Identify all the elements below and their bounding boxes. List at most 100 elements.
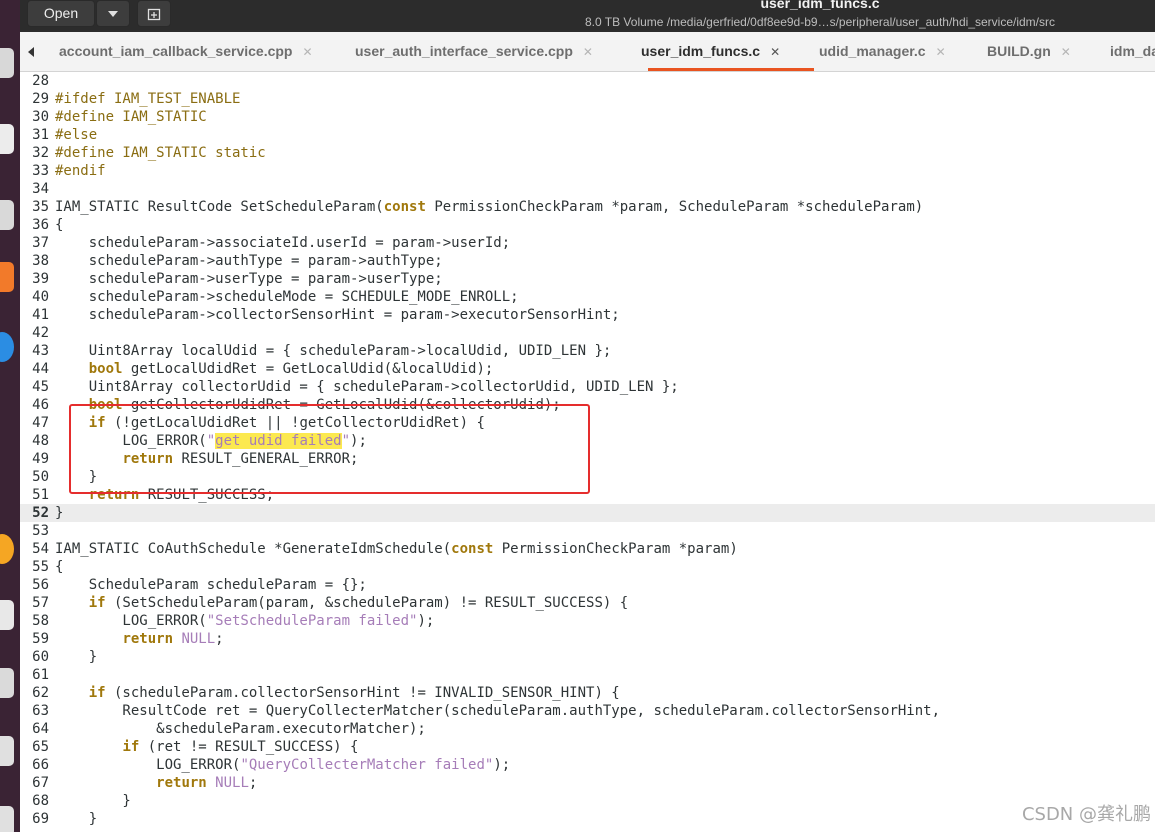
code-line[interactable]: 41 scheduleParam->collectorSensorHint = … (20, 306, 1155, 324)
tab-account-iam-callback[interactable]: account_iam_callback_service.cpp ✕ (59, 32, 313, 71)
code-line[interactable]: 62 if (scheduleParam.collectorSensorHint… (20, 684, 1155, 702)
dock-app-icon[interactable] (0, 48, 14, 78)
dock-app-icon[interactable] (0, 534, 14, 564)
code-line[interactable]: 32 #define IAM_STATIC static (20, 144, 1155, 162)
window-subtitle: 8.0 TB Volume /media/gerfried/0df8ee9d-b… (584, 15, 1056, 29)
code-text: return NULL; (122, 631, 224, 647)
code-line[interactable]: 66 LOG_ERROR("QueryCollecterMatcher fail… (20, 756, 1155, 774)
code-line[interactable]: 30 #define IAM_STATIC (20, 108, 1155, 126)
tab-label: user_idm_funcs.c (641, 43, 761, 59)
code-line[interactable]: 34 (20, 180, 1155, 198)
open-menu-button[interactable] (96, 0, 130, 27)
open-button[interactable]: Open (27, 0, 95, 27)
dock-app-icon[interactable] (0, 200, 14, 230)
line-number: 43 (32, 343, 49, 359)
line-number: 35 (32, 199, 49, 215)
close-icon[interactable]: ✕ (936, 45, 946, 59)
code-line[interactable]: 37 scheduleParam->associateId.userId = p… (20, 234, 1155, 252)
dock-app-icon[interactable] (0, 600, 14, 630)
code-line[interactable]: 46 bool getCollectorUdidRet = GetLocalUd… (20, 396, 1155, 414)
code-text: if (!getLocalUdidRet || !getCollectorUdi… (88, 415, 485, 431)
code-line[interactable]: 31 #else (20, 126, 1155, 144)
dock-app-icon[interactable] (0, 262, 14, 292)
tab-user-auth-interface[interactable]: user_auth_interface_service.cpp ✕ (355, 32, 593, 71)
code-editor[interactable]: 28 29 #ifdef IAM_TEST_ENABLE 30 #define IAM_… (20, 72, 1155, 832)
tab-label: account_iam_callback_service.cpp (59, 43, 293, 59)
line-number: 34 (32, 181, 49, 197)
close-icon[interactable]: ✕ (583, 45, 593, 59)
code-line[interactable]: 39 scheduleParam->userType = param->user… (20, 270, 1155, 288)
line-number: 38 (32, 253, 49, 269)
code-text: if (ret != RESULT_SUCCESS) { (122, 739, 359, 755)
dock-app-icon[interactable] (0, 332, 14, 362)
code-line[interactable]: 38 scheduleParam->authType = param->auth… (20, 252, 1155, 270)
line-number: 59 (32, 631, 49, 647)
code-line[interactable]: 44 bool getLocalUdidRet = GetLocalUdid(&… (20, 360, 1155, 378)
code-line[interactable]: 48 LOG_ERROR("get udid failed"); (20, 432, 1155, 450)
code-text: &scheduleParam.executorMatcher); (55, 721, 426, 737)
code-line[interactable]: 51 return RESULT_SUCCESS; (20, 486, 1155, 504)
code-text: if (SetScheduleParam(param, &schedulePar… (88, 595, 629, 611)
code-line[interactable]: 53 (20, 522, 1155, 540)
line-number: 67 (32, 775, 49, 791)
line-number: 46 (32, 397, 49, 413)
code-text: scheduleParam->authType = param->authTyp… (55, 253, 443, 269)
tab-label: idm_da (1110, 43, 1155, 59)
close-icon[interactable]: ✕ (770, 45, 780, 59)
code-text: LOG_ERROR("SetScheduleParam failed"); (55, 613, 435, 629)
close-icon[interactable]: ✕ (1061, 45, 1071, 59)
line-number: 65 (32, 739, 49, 755)
code-line[interactable]: 43 Uint8Array localUdid = { schedulePara… (20, 342, 1155, 360)
close-icon[interactable]: ✕ (302, 45, 312, 59)
code-text: Uint8Array collectorUdid = { schedulePar… (55, 379, 679, 395)
code-line[interactable]: 47 if (!getLocalUdidRet || !getCollector… (20, 414, 1155, 432)
line-number: 47 (32, 415, 49, 431)
code-line[interactable]: 49 return RESULT_GENERAL_ERROR; (20, 450, 1155, 468)
code-line[interactable]: 54 IAM_STATIC CoAuthSchedule *GenerateIdm… (20, 540, 1155, 558)
code-line[interactable]: 68 } (20, 792, 1155, 810)
code-text: scheduleParam->userType = param->userTyp… (55, 271, 443, 287)
code-line[interactable]: 58 LOG_ERROR("SetScheduleParam failed"); (20, 612, 1155, 630)
line-number: 28 (32, 73, 49, 89)
code-line[interactable]: 28 (20, 72, 1155, 90)
line-number: 36 (32, 217, 49, 233)
code-line[interactable]: 36 { (20, 216, 1155, 234)
line-number: 69 (32, 811, 49, 827)
tab-scroll-left[interactable] (28, 32, 34, 71)
new-tab-button[interactable] (137, 0, 171, 27)
dock-app-icon[interactable] (0, 806, 14, 832)
tab-build-gn[interactable]: BUILD.gn ✕ (987, 32, 1071, 71)
dock-app-icon[interactable] (0, 668, 14, 698)
code-line[interactable]: 35 IAM_STATIC ResultCode SetScheduleParam… (20, 198, 1155, 216)
code-text: return NULL; (156, 775, 258, 791)
code-line[interactable]: 50 } (20, 468, 1155, 486)
tab-idm-da[interactable]: idm_da (1110, 32, 1155, 71)
code-text: { (55, 217, 64, 233)
code-line[interactable]: 61 (20, 666, 1155, 684)
code-line[interactable]: 63 ResultCode ret = QueryCollecterMatche… (20, 702, 1155, 720)
code-line[interactable]: 56 ScheduleParam scheduleParam = {}; (20, 576, 1155, 594)
dock-app-icon[interactable] (0, 124, 14, 154)
code-line[interactable]: 67 return NULL; (20, 774, 1155, 792)
code-line[interactable]: 45 Uint8Array collectorUdid = { schedule… (20, 378, 1155, 396)
code-line[interactable]: 42 (20, 324, 1155, 342)
code-line[interactable]: 59 return NULL; (20, 630, 1155, 648)
code-line[interactable]: 57 if (SetScheduleParam(param, &schedule… (20, 594, 1155, 612)
tab-udid-manager[interactable]: udid_manager.c ✕ (819, 32, 946, 71)
code-line[interactable]: 65 if (ret != RESULT_SUCCESS) { (20, 738, 1155, 756)
code-line[interactable]: 33 #endif (20, 162, 1155, 180)
code-line[interactable]: 64 &scheduleParam.executorMatcher); (20, 720, 1155, 738)
line-number: 60 (32, 649, 49, 665)
line-number: 55 (32, 559, 49, 575)
dock-app-icon[interactable] (0, 736, 14, 766)
title-area: user_idm_funcs.c 8.0 TB Volume /media/ge… (540, 0, 1100, 30)
code-text: if (scheduleParam.collectorSensorHint !=… (88, 685, 620, 701)
code-line[interactable]: 69 } (20, 810, 1155, 828)
code-line[interactable]: 60 } (20, 648, 1155, 666)
code-line[interactable]: 40 scheduleParam->scheduleMode = SCHEDUL… (20, 288, 1155, 306)
code-line[interactable]: 55 { (20, 558, 1155, 576)
code-text: LOG_ERROR("get udid failed"); (55, 433, 367, 449)
tab-user-idm-funcs[interactable]: user_idm_funcs.c ✕ (641, 32, 780, 71)
code-line[interactable]: 29 #ifdef IAM_TEST_ENABLE (20, 90, 1155, 108)
code-line[interactable]: 52} (20, 504, 1155, 522)
